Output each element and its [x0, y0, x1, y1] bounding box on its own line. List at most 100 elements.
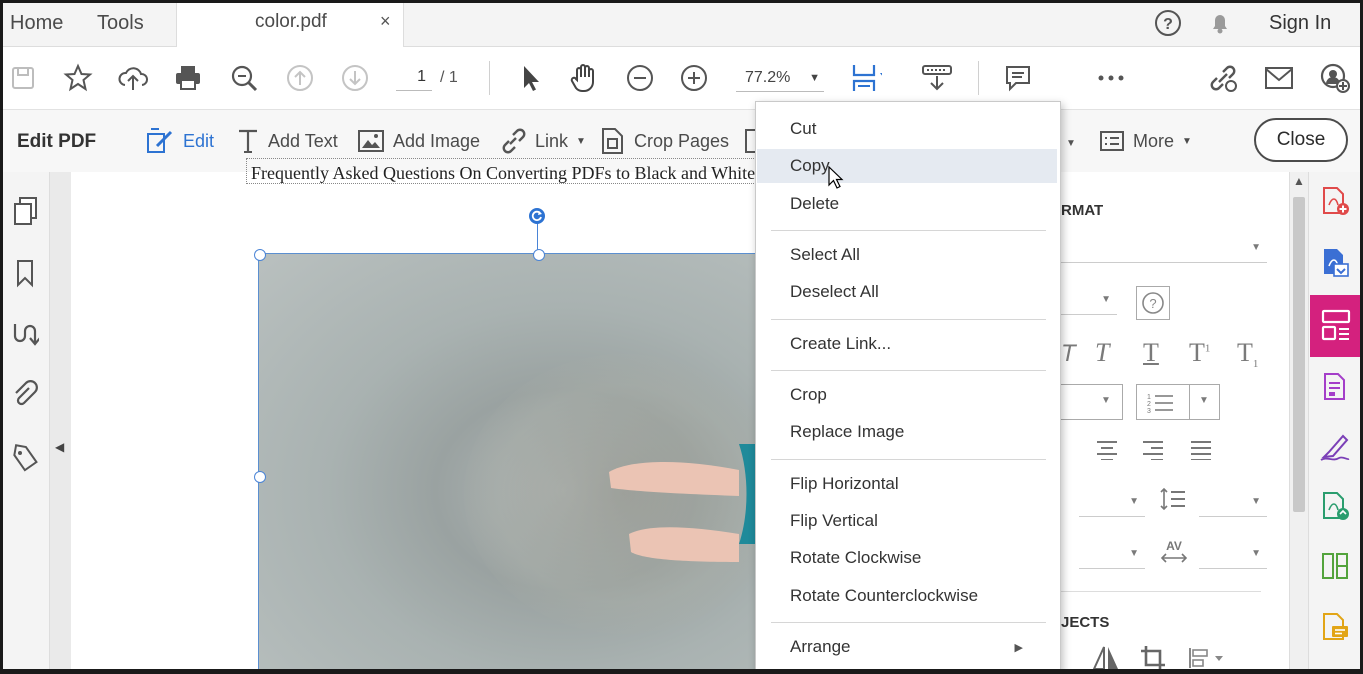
bell-icon[interactable] [1206, 9, 1234, 37]
email-icon[interactable] [1262, 61, 1296, 95]
kerning-av-icon[interactable]: AV [1159, 538, 1189, 566]
menu-item-delete[interactable]: Delete [757, 187, 1057, 221]
subscript-icon[interactable]: T1 [1237, 338, 1258, 370]
resize-handle-top-center[interactable] [533, 249, 545, 261]
image-icon [358, 130, 384, 152]
zoom-level-select[interactable]: 77.2% ▼ [736, 63, 824, 92]
save-icon[interactable] [6, 61, 40, 95]
menu-item-copy[interactable]: Copy [757, 149, 1057, 183]
bookmark-icon[interactable] [8, 256, 42, 290]
panel-scrollbar[interactable]: ▲ [1289, 172, 1308, 669]
resize-handle-middle-left[interactable] [254, 471, 266, 483]
scaling-select[interactable]: ▼ [1079, 540, 1145, 569]
add-text-button[interactable]: Add Text [236, 127, 338, 155]
edit-button[interactable]: Edit [145, 127, 214, 155]
font-select[interactable]: ▼ [1061, 234, 1267, 263]
chevron-down-icon[interactable]: ▼ [1066, 138, 1076, 149]
line-spacing-icon[interactable] [1159, 486, 1187, 512]
scroll-mode-icon[interactable] [920, 61, 954, 95]
menu-item-replace-image[interactable]: Replace Image [757, 415, 1057, 449]
image-context-menu: Cut Copy Delete Select All Deselect All … [755, 101, 1061, 669]
add-image-button[interactable]: Add Image [357, 127, 480, 155]
help-icon[interactable]: ? [1136, 286, 1170, 320]
tab-tools[interactable]: Tools [97, 3, 144, 46]
tag-icon[interactable] [8, 441, 42, 475]
character-spacing-select[interactable]: ▼ [1079, 488, 1145, 517]
comment-icon[interactable] [1001, 61, 1035, 95]
menu-item-create-link[interactable]: Create Link... [757, 327, 1057, 361]
zoom-out-search-icon[interactable] [227, 61, 261, 95]
order-flow-icon[interactable] [8, 317, 42, 351]
close-tab-button[interactable]: × [380, 11, 391, 32]
rotate-handle-icon[interactable] [529, 208, 545, 224]
close-button[interactable]: Close [1254, 118, 1348, 162]
flip-icon[interactable] [1091, 644, 1121, 669]
export-pdf-icon[interactable] [1318, 245, 1352, 279]
sign-in-link[interactable]: Sign In [1269, 12, 1331, 35]
crop-pages-button[interactable]: Crop Pages [600, 127, 729, 155]
align-objects-icon[interactable] [1187, 646, 1227, 669]
menu-item-select-all[interactable]: Select All [757, 238, 1057, 272]
hand-tool-icon[interactable] [567, 61, 601, 95]
align-right-icon[interactable] [1141, 440, 1165, 460]
resize-handle-top-left[interactable] [254, 249, 266, 261]
attachment-icon[interactable] [8, 378, 42, 412]
align-center-icon[interactable] [1095, 440, 1119, 460]
left-panel-collapse-handle[interactable]: ◀ [50, 172, 71, 669]
help-icon[interactable]: ? [1154, 9, 1182, 37]
more-options-icon[interactable] [1094, 61, 1128, 95]
numbered-list-select[interactable]: 123 ▼ [1136, 384, 1220, 420]
select-cursor-icon[interactable] [513, 61, 547, 95]
document-headline[interactable]: Frequently Asked Questions On Converting… [246, 158, 772, 184]
link-label: Link [535, 130, 569, 151]
menu-item-deselect-all[interactable]: Deselect All [757, 275, 1057, 309]
print-icon[interactable] [171, 61, 205, 95]
selected-image[interactable] [258, 253, 770, 669]
menu-item-flip-vertical[interactable]: Flip Vertical [757, 504, 1057, 538]
line-spacing-select[interactable]: ▼ [1199, 488, 1267, 517]
pages-thumbnails-icon[interactable] [8, 194, 42, 228]
share-link-icon[interactable] [1206, 61, 1240, 95]
comment-tool-icon[interactable] [1318, 610, 1352, 644]
crop-icon[interactable] [1139, 644, 1167, 669]
underline-icon[interactable]: T [1143, 338, 1159, 368]
menu-item-flip-horizontal[interactable]: Flip Horizontal [757, 467, 1057, 501]
font-size-select[interactable]: ▼ [1061, 286, 1117, 315]
menu-item-rotate-counterclockwise[interactable]: Rotate Counterclockwise [757, 579, 1057, 613]
crop-pages-icon [602, 128, 623, 154]
fill-sign-icon[interactable] [1318, 429, 1352, 463]
star-icon[interactable] [61, 61, 95, 95]
edit-pdf-tool-selected[interactable] [1310, 295, 1360, 357]
zoom-out-icon[interactable] [623, 61, 657, 95]
add-user-icon[interactable] [1318, 61, 1352, 95]
menu-item-crop[interactable]: Crop [757, 378, 1057, 412]
menu-item-rotate-clockwise[interactable]: Rotate Clockwise [757, 541, 1057, 575]
italic-icon[interactable]: T [1095, 338, 1109, 368]
chevron-up-icon[interactable]: ▲ [1293, 174, 1305, 188]
edit-pdf-tool-icon [1321, 309, 1351, 341]
more-button[interactable]: More ▼ [1099, 127, 1192, 155]
bullet-list-select[interactable]: ▼ [1061, 384, 1123, 420]
next-page-icon[interactable] [338, 61, 372, 95]
chevron-down-icon: ▼ [576, 135, 586, 147]
align-justify-icon[interactable] [1189, 440, 1213, 460]
svg-text:3: 3 [1147, 408, 1151, 415]
fit-page-icon[interactable] [848, 61, 882, 95]
zoom-in-icon[interactable] [677, 61, 711, 95]
send-for-review-icon[interactable] [1318, 489, 1352, 523]
scrollbar-thumb[interactable] [1293, 197, 1305, 512]
previous-page-icon[interactable] [283, 61, 317, 95]
forms-icon[interactable] [1318, 370, 1352, 404]
page-number-input[interactable]: 1 [396, 63, 432, 91]
superscript-icon[interactable]: T1 [1189, 338, 1210, 368]
italic-t-partial-icon[interactable]: T [1061, 340, 1076, 368]
upload-cloud-icon[interactable] [116, 61, 150, 95]
tab-document[interactable]: color.pdf × [176, 3, 404, 47]
menu-item-cut[interactable]: Cut [757, 112, 1057, 146]
organize-pages-icon[interactable] [1318, 550, 1352, 584]
link-button[interactable]: Link ▼ [499, 127, 586, 155]
menu-item-arrange[interactable]: Arrange ▶ [757, 630, 1057, 664]
create-pdf-icon[interactable] [1318, 184, 1352, 218]
kerning-select[interactable]: ▼ [1199, 540, 1267, 569]
tab-home[interactable]: Home [10, 3, 63, 46]
